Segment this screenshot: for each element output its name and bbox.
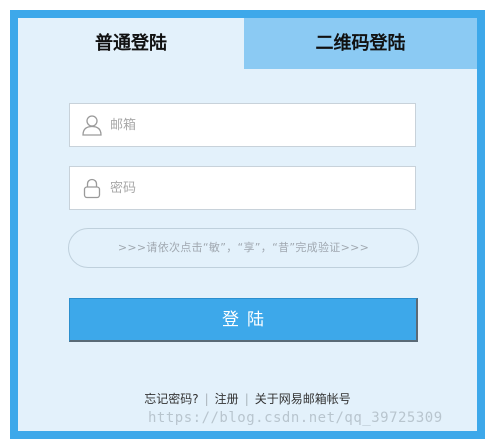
lock-icon: [81, 177, 103, 199]
email-input[interactable]: [110, 104, 410, 146]
password-field[interactable]: [69, 166, 416, 210]
footer-divider: |: [244, 392, 249, 406]
watermark-text: https://blog.csdn.net/qq_39725309: [148, 410, 443, 426]
forgot-password-link[interactable]: 忘记密码?: [144, 392, 198, 406]
email-field[interactable]: [69, 103, 416, 147]
login-button[interactable]: 登陆: [69, 298, 418, 342]
footer-divider: |: [204, 392, 209, 406]
user-icon: [81, 114, 103, 136]
password-input[interactable]: [110, 167, 410, 209]
footer-links: 忘记密码? | 注册 | 关于网易邮箱帐号: [18, 390, 477, 407]
tab-normal-login[interactable]: 普通登陆: [18, 18, 244, 69]
register-link[interactable]: 注册: [215, 392, 239, 406]
about-account-link[interactable]: 关于网易邮箱帐号: [255, 392, 351, 406]
tab-qrcode-login[interactable]: 二维码登陆: [244, 18, 477, 69]
click-captcha[interactable]: >>>请依次点击“敏”，“享”，“昔”完成验证>>>: [68, 228, 419, 268]
login-tabs: 普通登陆 二维码登陆: [18, 18, 477, 69]
login-panel: 普通登陆 二维码登陆 >>>请依次点击“敏”，“享”，“昔”完成验证>>> 登陆…: [10, 10, 485, 439]
